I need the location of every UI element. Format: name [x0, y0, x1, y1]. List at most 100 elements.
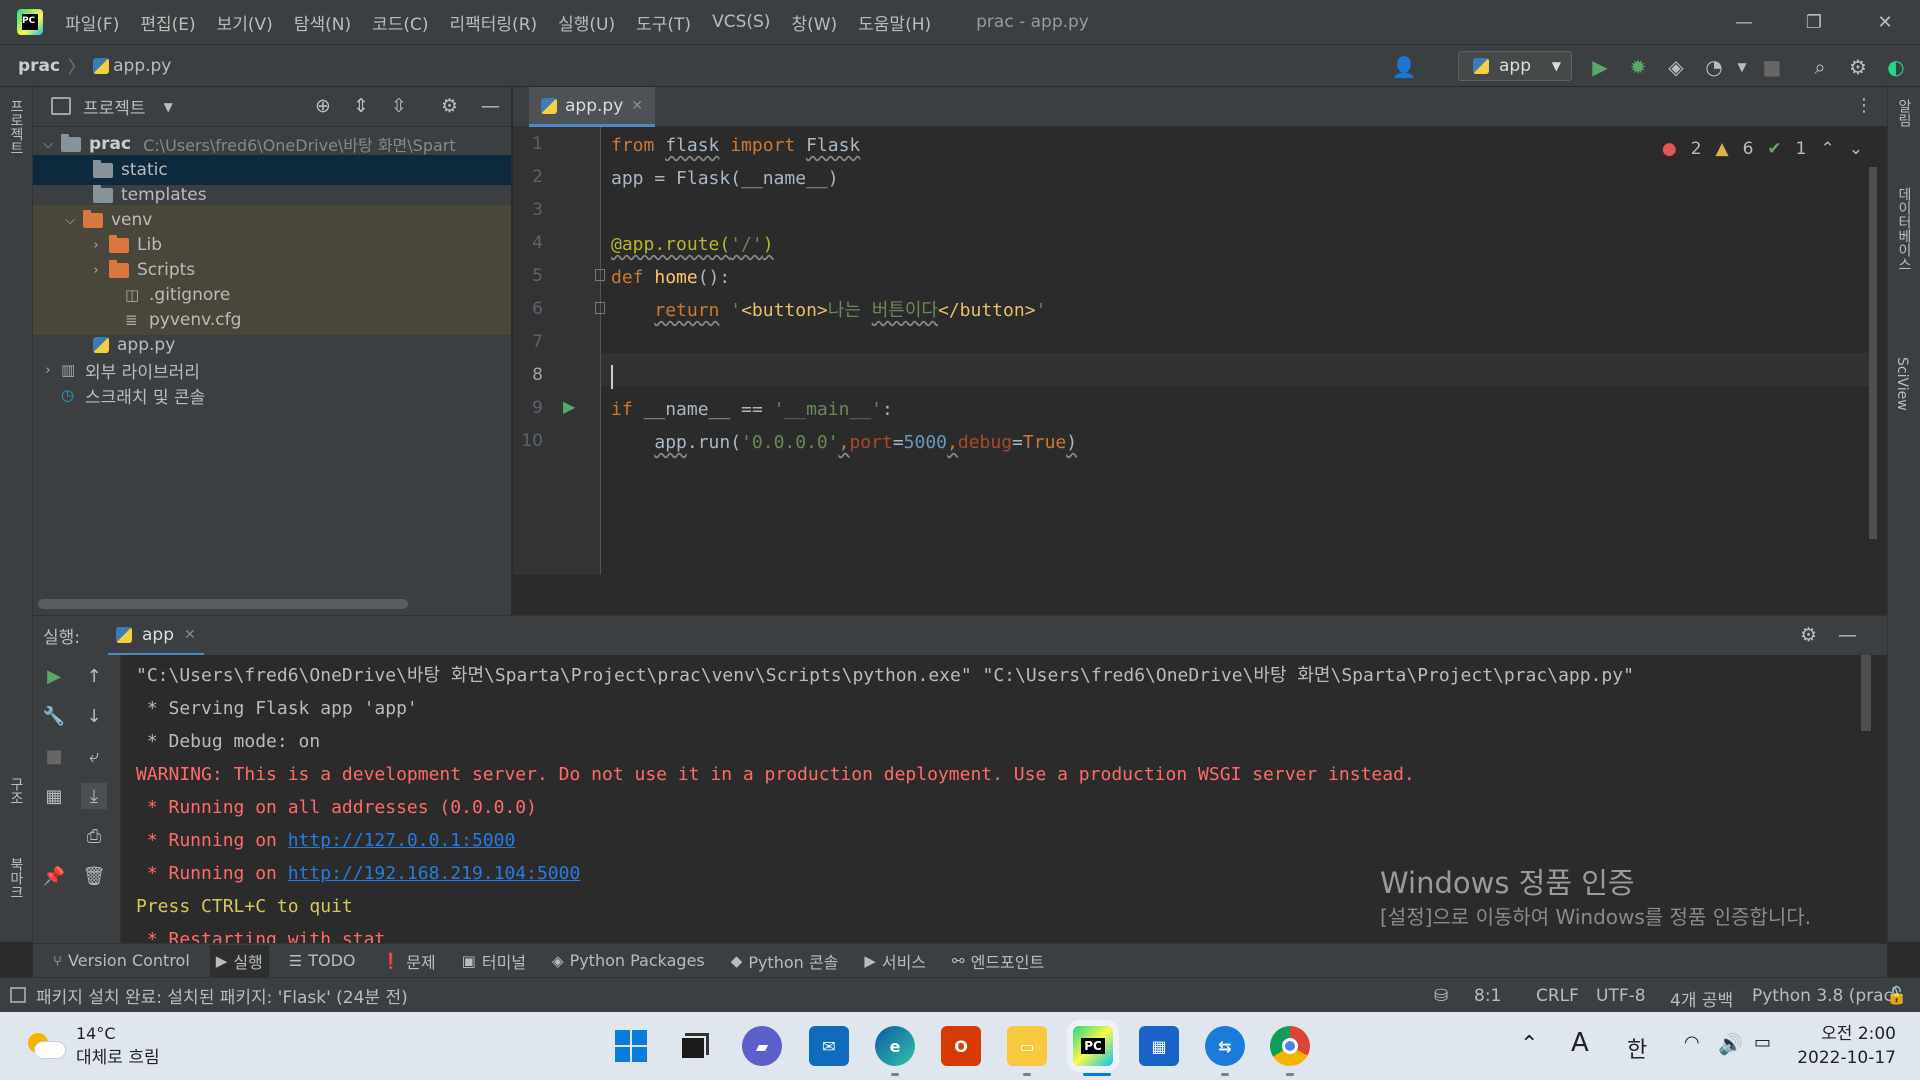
arrow-up-icon[interactable]: ↑	[81, 663, 107, 689]
python-interpreter[interactable]: Python 3.8 (prac)	[1752, 986, 1900, 1006]
tool-services[interactable]: ▶ 서비스	[858, 945, 932, 977]
pycharm-logo-icon[interactable]	[17, 9, 43, 35]
file-explorer-icon[interactable]: ▭	[1007, 1026, 1047, 1066]
console-scrollbar[interactable]	[1861, 655, 1871, 731]
indent-setting[interactable]: 4개 공백	[1670, 986, 1733, 1011]
chevron-down-icon[interactable]: ⌵	[41, 137, 55, 152]
status-message[interactable]: 패키지 설치 완료: 설치된 패키지: 'Flask' (24분 전)	[36, 983, 408, 1008]
fold-icon[interactable]	[595, 302, 605, 314]
wifi-icon[interactable]: ◠	[1684, 1032, 1700, 1053]
code-editor[interactable]: 1 2 3 4 5 6 7 8 9 10 ▶ from flask import…	[513, 127, 1887, 575]
editor-tab-app-py[interactable]: app.py ✕	[529, 87, 655, 127]
more-icon[interactable]: ⋮	[1855, 95, 1873, 116]
console-link[interactable]: http://127.0.0.1:5000	[288, 830, 516, 851]
inspection-widget[interactable]: ● 2 ▲ 6 ✔ 1 ⌃ ⌄	[1662, 139, 1863, 159]
minimize-icon[interactable]: —	[1714, 0, 1774, 44]
horizontal-scrollbar[interactable]	[38, 599, 408, 609]
chevron-right-icon[interactable]: ›	[89, 238, 103, 253]
stop-icon[interactable]: ■	[41, 743, 67, 769]
run-icon[interactable]: ▶	[1588, 55, 1612, 79]
collapse-all-icon[interactable]: ⇳	[391, 95, 407, 117]
chrome-icon[interactable]	[1270, 1026, 1310, 1066]
print-icon[interactable]: ⎙	[81, 823, 107, 849]
hide-icon[interactable]: —	[481, 95, 500, 117]
close-icon[interactable]: ✕	[184, 627, 196, 643]
breadcrumb-project[interactable]: prac	[18, 56, 60, 76]
clock[interactable]: 오전 2:00 2022-10-17	[1797, 1022, 1896, 1070]
trash-icon[interactable]: 🗑	[81, 863, 107, 889]
fold-icon[interactable]	[595, 269, 605, 281]
menu-vcs[interactable]: VCS(S)	[712, 12, 770, 32]
menu-window[interactable]: 창(W)	[791, 10, 837, 35]
start-icon[interactable]	[611, 1026, 651, 1066]
scroll-to-end-icon[interactable]: ⤓	[81, 783, 107, 809]
caret-position[interactable]: 8:1	[1474, 986, 1501, 1006]
menu-file[interactable]: 파일(F)	[65, 10, 119, 35]
expand-all-icon[interactable]: ⇕	[353, 95, 369, 117]
soft-wrap-icon[interactable]: ⤶	[81, 743, 107, 769]
mail-icon[interactable]: ✉	[809, 1026, 849, 1066]
teams-chat-icon[interactable]: ▰	[742, 1026, 782, 1066]
battery-icon[interactable]: ▭	[1754, 1032, 1771, 1053]
console-link[interactable]: http://192.168.219.104:5000	[288, 863, 581, 884]
structure-tool-button[interactable]: 구조	[6, 777, 26, 805]
chevron-right-icon[interactable]: ›	[41, 363, 55, 378]
tool-problems[interactable]: ❗ 문제	[376, 945, 442, 977]
task-view-icon[interactable]	[675, 1026, 715, 1066]
weather-widget[interactable]: 14°C 대체로 흐림	[28, 1024, 160, 1068]
chevron-right-icon[interactable]: ›	[89, 263, 103, 278]
bookmarks-tool-button[interactable]: 북마크	[6, 857, 26, 899]
menu-navigate[interactable]: 탐색(N)	[294, 10, 351, 35]
tool-endpoints[interactable]: ⚯ 엔드포인트	[946, 945, 1050, 977]
menu-tools[interactable]: 도구(T)	[636, 10, 691, 35]
tool-todo[interactable]: ☰ TODO	[283, 947, 362, 974]
project-tool-button[interactable]: 프로젝트	[6, 99, 26, 155]
rerun-icon[interactable]: ▶	[41, 663, 67, 689]
chevron-up-icon[interactable]: ⌃	[1520, 1032, 1538, 1057]
menu-refactor[interactable]: 리팩터링(R)	[450, 10, 538, 35]
locate-icon[interactable]: ⊕	[315, 95, 331, 117]
close-icon[interactable]: ✕	[631, 98, 643, 114]
database-tool-button[interactable]: 데이터베이스	[1894, 187, 1914, 271]
editor-scrollbar[interactable]	[1869, 167, 1877, 539]
office-icon[interactable]: O	[941, 1026, 981, 1066]
volume-icon[interactable]: 🔊	[1718, 1032, 1743, 1056]
search-icon[interactable]: ⌕	[1808, 55, 1832, 79]
run-config-selector[interactable]: app ▼	[1458, 51, 1572, 81]
edge-icon[interactable]: e	[875, 1026, 915, 1066]
menu-run[interactable]: 실행(U)	[558, 10, 615, 35]
file-encoding[interactable]: UTF-8	[1596, 986, 1646, 1006]
layout-icon[interactable]: ▦	[41, 783, 67, 809]
profile-icon[interactable]: ◔	[1702, 55, 1726, 79]
language-indicator[interactable]: 한	[1627, 1032, 1647, 1064]
chevron-up-icon[interactable]: ⌃	[1821, 139, 1835, 159]
stop-icon[interactable]: ■	[1760, 55, 1784, 79]
close-icon[interactable]: ✕	[1855, 0, 1915, 44]
teamviewer-icon[interactable]: ⇆	[1205, 1026, 1245, 1066]
store-icon[interactable]: ▦	[1139, 1026, 1179, 1066]
breadcrumb-file[interactable]: app.py	[113, 56, 171, 76]
lock-icon[interactable]: 🔓	[1886, 986, 1907, 1006]
menu-view[interactable]: 보기(V)	[217, 10, 273, 35]
chevron-down-icon[interactable]: ⌄	[1849, 139, 1863, 159]
panel-toggle-icon[interactable]	[10, 987, 26, 1003]
run-gutter-icon[interactable]: ▶	[563, 397, 575, 416]
notifications-tool-button[interactable]: 알림	[1894, 99, 1914, 127]
pycharm-taskbar-icon[interactable]: PC	[1073, 1026, 1113, 1066]
chevron-down-icon[interactable]: ▼	[164, 100, 173, 114]
chevron-down-icon[interactable]: ▼	[1730, 55, 1754, 79]
git-icon[interactable]: ⛁	[1434, 986, 1448, 1006]
plugin-icon[interactable]: ◐	[1884, 55, 1908, 79]
tree-item-scratches[interactable]: ◷ 스크래치 및 콘솔	[33, 380, 511, 410]
debug-icon[interactable]: ✹	[1626, 55, 1650, 79]
wrench-icon[interactable]: 🔧	[41, 703, 67, 729]
run-tab-app[interactable]: app ✕	[108, 616, 204, 656]
user-icon[interactable]: 👤	[1392, 55, 1417, 79]
tool-version-control[interactable]: ⑂ Version Control	[47, 947, 196, 974]
project-panel-title[interactable]: 프로젝트	[83, 94, 146, 119]
chevron-down-icon[interactable]: ⌵	[63, 213, 77, 228]
gear-icon[interactable]: ⚙	[441, 95, 458, 117]
pin-icon[interactable]: 📌	[41, 863, 67, 889]
gear-icon[interactable]: ⚙	[1846, 55, 1870, 79]
line-separator[interactable]: CRLF	[1536, 986, 1579, 1006]
